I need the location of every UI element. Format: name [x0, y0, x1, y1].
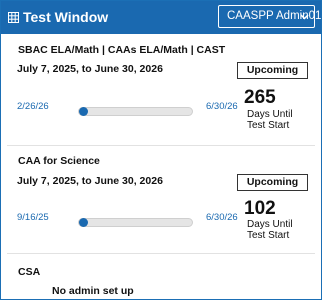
end-date-label: 6/30/26	[206, 101, 238, 112]
section-title: CSA	[18, 266, 41, 278]
grid-calendar-icon	[8, 12, 19, 23]
section-date-range: July 7, 2025, to June 30, 2026	[17, 63, 163, 75]
progress-track	[78, 107, 193, 116]
section-divider	[7, 145, 315, 146]
section-title: SBAC ELA/Math | CAAs ELA/Math | CAST	[18, 44, 226, 56]
start-date-label: 9/16/25	[17, 212, 49, 223]
days-label-line2: Test Start	[247, 230, 290, 241]
days-label-line1: Days Until	[247, 109, 293, 120]
progress-knob	[79, 218, 88, 227]
days-label-line2: Test Start	[247, 120, 290, 131]
chevron-down-icon	[300, 14, 309, 20]
start-date-label: 2/26/26	[17, 101, 49, 112]
days-label-line1: Days Until	[247, 219, 293, 230]
section-title: CAA for Science	[18, 155, 100, 167]
days-count: 102	[244, 198, 276, 219]
progress-track	[78, 218, 193, 227]
end-date-label: 6/30/26	[206, 212, 238, 223]
test-window-panel: Test Window CAASPP Admin01 SBAC ELA/Math…	[0, 0, 322, 300]
status-badge: Upcoming	[237, 62, 308, 79]
no-admin-message: No admin set up	[52, 285, 134, 297]
days-count: 265	[244, 87, 276, 108]
status-badge: Upcoming	[237, 174, 308, 191]
panel-header: Test Window CAASPP Admin01	[1, 1, 321, 34]
panel-title: Test Window	[23, 9, 109, 25]
section-divider	[7, 253, 315, 254]
section-date-range: July 7, 2025, to June 30, 2026	[17, 175, 163, 187]
admin-select[interactable]: CAASPP Admin01	[218, 5, 321, 28]
progress-knob	[79, 107, 88, 116]
